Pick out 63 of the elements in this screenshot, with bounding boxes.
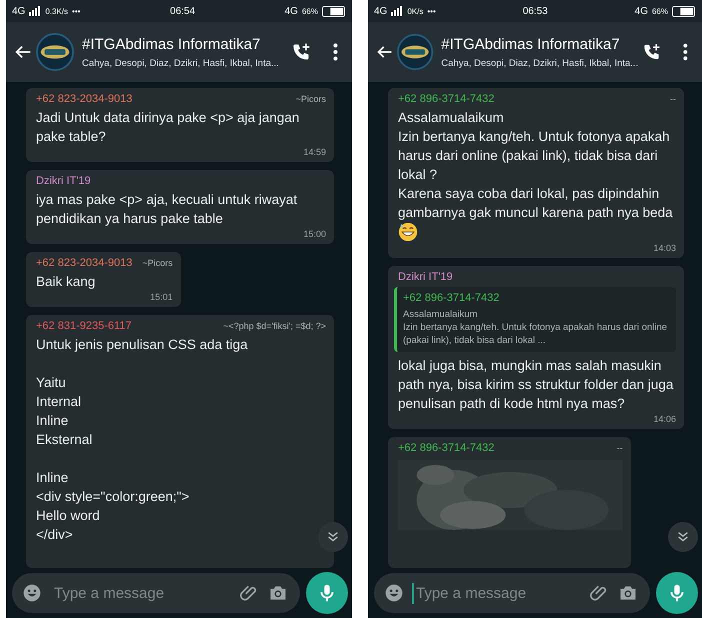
message-time: 15:01 <box>149 292 173 303</box>
sender-nickname: ~<?php $d='fiksi'; =$d; ?> <box>223 321 326 331</box>
notification-dots: ••• <box>427 6 436 16</box>
battery-icon <box>322 6 346 16</box>
scroll-down-button[interactable] <box>668 522 698 552</box>
sender-name[interactable]: Dzikri IT'19 <box>398 271 453 283</box>
notification-dots: ••• <box>72 6 80 16</box>
sender-name[interactable]: +62 896-3714-7432 <box>398 93 494 105</box>
clock-time: 06:54 <box>170 6 196 16</box>
message-field[interactable]: Type a message <box>12 573 300 613</box>
emoji-icon[interactable] <box>22 583 42 603</box>
message-time: 15:00 <box>302 229 326 240</box>
microphone-button[interactable] <box>306 572 348 614</box>
clock-time: 06:53 <box>522 6 548 16</box>
sender-name[interactable]: +62 896-3714-7432 <box>398 442 494 454</box>
message-text: Baik kang <box>36 273 96 291</box>
message-text: Assalamualaikum Izin bertanya kang/teh. Untuk fotonya apakah harus dari online (pakai link), tidak bisa dari lokal ? Karena saya coba dari lokal, pas dipindahin gambarnya gak muncul karena path nya beda <box>398 109 674 222</box>
message-text: Untuk jenis penulisan CSS ada tiga Yaitu Internal Inline Eksternal Inline <div style="color:green;"> Hello word </div> <box>36 336 249 544</box>
network-label: 4G <box>12 6 26 16</box>
quoted-sender: +62 896-3714-7432 <box>403 292 500 304</box>
network-speed: 0K/s <box>407 6 424 16</box>
network-speed: 0.3K/s <box>45 6 68 16</box>
sender-name[interactable]: Dzikri IT'19 <box>36 175 91 187</box>
double-chevron-down-icon[interactable] <box>326 530 340 544</box>
message-time: 14:03 <box>652 243 676 254</box>
more-menu-icon[interactable] <box>683 43 688 61</box>
network-label: 4G <box>374 6 388 16</box>
battery-icon <box>672 6 696 16</box>
network-label: 4G <box>284 6 298 16</box>
sender-nickname: ~Picors <box>296 94 326 104</box>
back-arrow-icon[interactable] <box>14 43 32 61</box>
signal-icon <box>29 6 42 16</box>
quoted-message[interactable]: +62 896-3714-7432 Assalamualaikum Izin bertanya kang/teh. Untuk fotonya apakah harus dari online (pakai link), tidak bisa dari lokal ... <box>394 287 676 352</box>
message-field[interactable]: Type a message <box>374 573 650 613</box>
battery-percent: 66% <box>302 6 318 16</box>
sender-name[interactable]: +62 823-2034-9013 <box>36 93 132 105</box>
sender-nickname: -- <box>670 94 676 104</box>
signal-icon <box>391 6 404 16</box>
group-title[interactable]: #ITGAbdimas Informatika7 <box>441 34 638 54</box>
more-menu-icon[interactable] <box>333 43 338 61</box>
sender-nickname: ~Picors <box>142 258 173 268</box>
message-text: lokal juga bisa, mungkin mas salah masukin path nya, bisa kirim ss struktur folder dan juga penulisan path di kode html nya mas? <box>398 357 674 413</box>
add-call-icon[interactable] <box>291 42 311 62</box>
quoted-text: Assalamualaikum Izin bertanya kang/teh. Untuk fotonya apakah harus dari online (pakai link), tidak bisa dari lokal ... <box>403 308 668 347</box>
message-time: 14:06 <box>652 414 676 425</box>
emoji-icon[interactable] <box>384 583 404 603</box>
group-avatar-icon[interactable] <box>397 33 434 71</box>
add-call-icon[interactable] <box>642 42 662 62</box>
message-text: Jadi Untuk data dirinya pake <p> aja jangan pake table? <box>36 109 300 146</box>
network-label: 4G <box>634 6 648 16</box>
message-time: 14:59 <box>302 147 326 158</box>
group-title[interactable]: #ITGAbdimas Informatika7 <box>82 34 287 54</box>
message-text: iya mas pake <p> aja, kecuali untuk riwayat pendidikan ya harus pake table <box>36 191 298 228</box>
sender-name[interactable]: +62 831-9235-6117 <box>36 320 132 332</box>
group-members: Cahya, Desopi, Diaz, Dzikri, Hasfi, Ikbal, Inta... <box>82 56 280 70</box>
group-members: Cahya, Desopi, Diaz, Dzikri, Hasfi, Ikbal, Inta... <box>441 56 638 70</box>
sender-name[interactable]: +62 823-2034-9013 <box>36 257 132 269</box>
group-avatar-icon[interactable] <box>36 33 74 71</box>
sender-nickname: -- <box>616 443 623 453</box>
battery-percent: 66% <box>652 6 668 16</box>
double-chevron-down-icon[interactable] <box>676 530 690 544</box>
scroll-down-button[interactable] <box>318 522 348 552</box>
microphone-button[interactable] <box>656 572 698 614</box>
